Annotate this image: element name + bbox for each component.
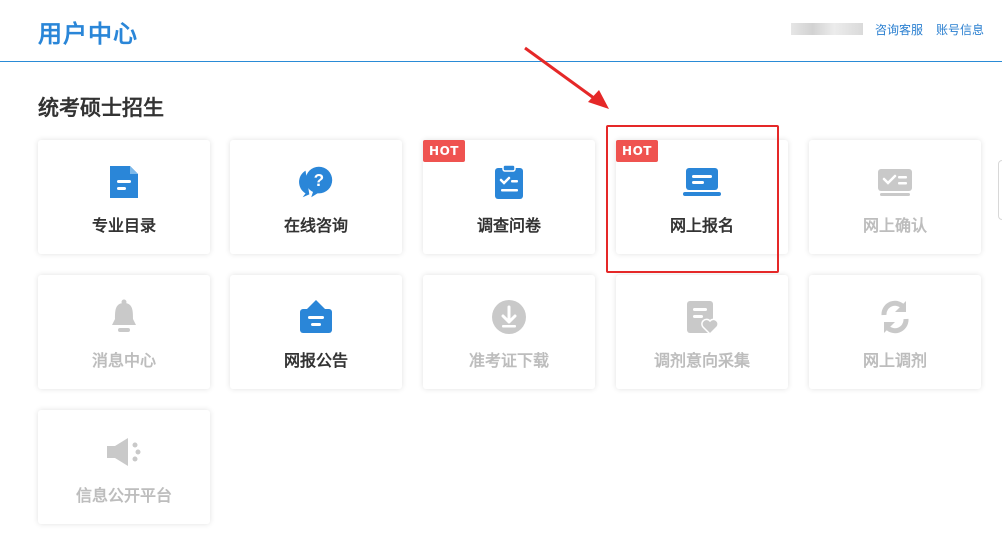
download-icon	[489, 297, 529, 337]
card-label: 在线咨询	[283, 216, 348, 235]
id-card-check-icon	[875, 162, 915, 202]
card-admission-ticket-download[interactable]: 准考证下载	[423, 275, 595, 389]
refresh-icon	[875, 297, 915, 337]
form-heart-icon	[682, 297, 722, 337]
chat-question-icon: ?	[296, 162, 336, 202]
document-icon	[104, 162, 144, 202]
page-title: 用户中心	[38, 20, 138, 48]
speaker-icon	[104, 432, 144, 472]
username-blurred	[791, 23, 863, 35]
card-label: 信息公开平台	[75, 486, 172, 505]
card-online-confirmation[interactable]: 网上确认	[809, 140, 981, 254]
card-label: 网上确认	[862, 216, 927, 235]
card-online-consult[interactable]: ? 在线咨询	[230, 140, 402, 254]
card-registration-notice[interactable]: 网报公告	[230, 275, 402, 389]
card-adjustment-intention[interactable]: 调剂意向采集	[616, 275, 788, 389]
card-label: 网上报名	[669, 216, 734, 235]
clipboard-check-icon	[489, 162, 529, 202]
svg-text:?: ?	[314, 170, 324, 190]
card-label: 网上调剂	[862, 351, 927, 370]
section-title: 统考硕士招生	[38, 96, 164, 120]
card-survey[interactable]: HOT 调查问卷	[423, 140, 595, 254]
card-label: 调剂意向采集	[653, 351, 750, 370]
card-label: 专业目录	[91, 216, 156, 235]
hot-badge: HOT	[423, 140, 465, 162]
card-label: 网报公告	[283, 351, 348, 370]
account-info-link[interactable]: 账号信息	[936, 21, 984, 38]
notice-bag-icon	[296, 297, 336, 337]
hot-badge: HOT	[616, 140, 658, 162]
card-info-disclosure[interactable]: 信息公开平台	[38, 410, 210, 524]
card-online-adjustment[interactable]: 网上调剂	[809, 275, 981, 389]
top-header: 用户中心 咨询客服 账号信息	[0, 0, 1002, 62]
laptop-icon	[682, 162, 722, 202]
consult-service-link[interactable]: 咨询客服	[875, 21, 923, 38]
card-label: 准考证下载	[468, 351, 549, 370]
card-label: 消息中心	[91, 351, 156, 370]
card-major-catalog[interactable]: 专业目录	[38, 140, 210, 254]
card-message-center[interactable]: 消息中心	[38, 275, 210, 389]
card-label: 调查问卷	[476, 216, 541, 235]
bell-icon	[104, 297, 144, 337]
card-online-registration[interactable]: HOT 网上报名	[616, 140, 788, 254]
side-float-tab[interactable]	[998, 160, 1002, 220]
